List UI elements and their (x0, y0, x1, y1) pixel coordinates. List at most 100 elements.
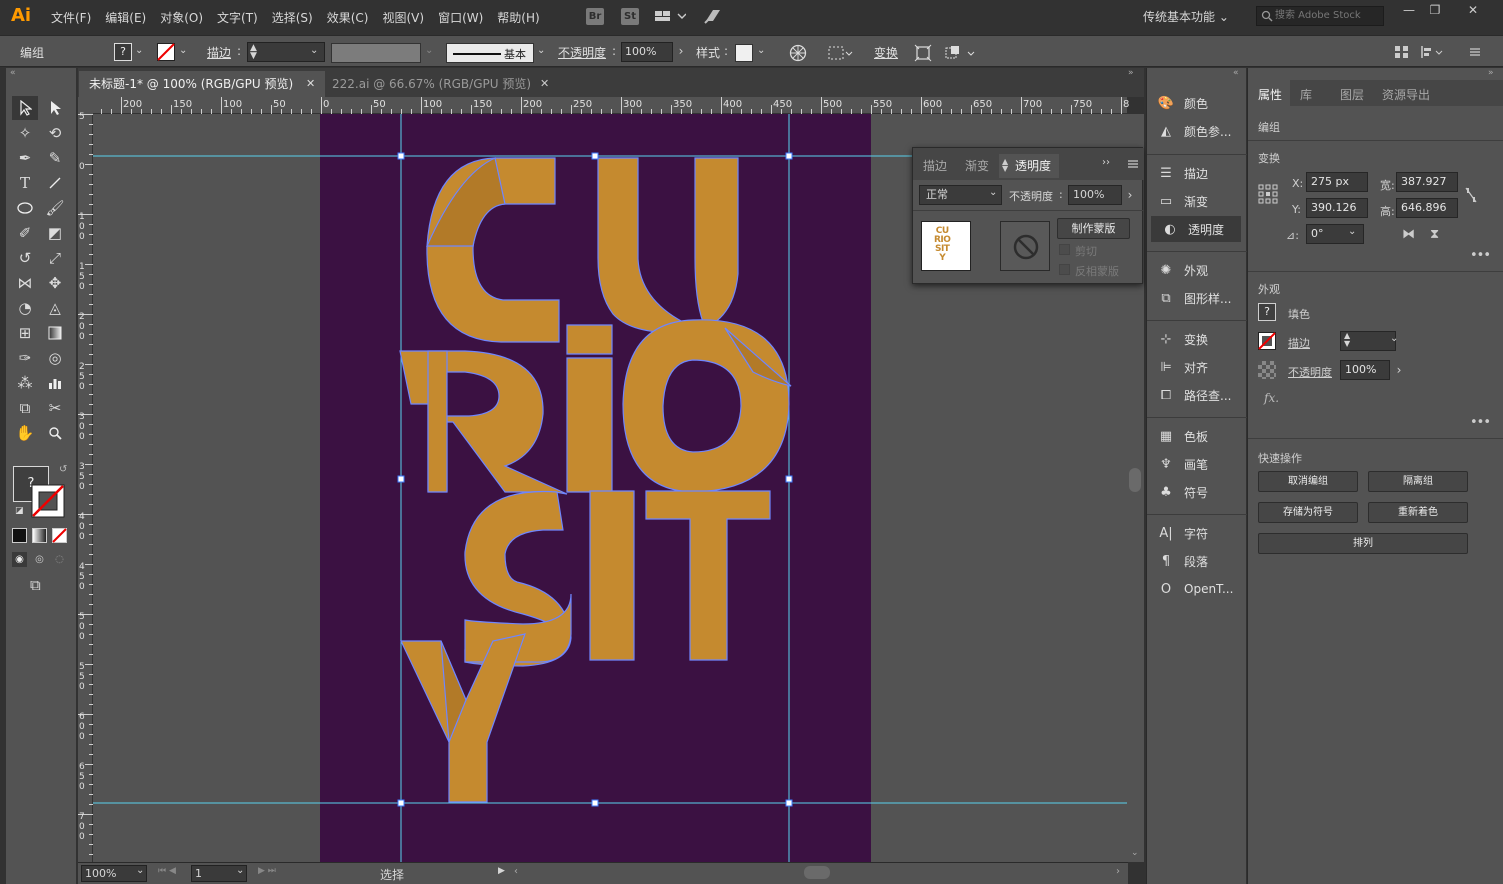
isolate-group-button[interactable]: 隔离组 (1368, 471, 1468, 492)
scroll-thumb[interactable] (1129, 468, 1141, 492)
none-icon[interactable] (52, 528, 67, 543)
stepper-icon[interactable]: ▲ ▼ (250, 44, 257, 61)
stock-button[interactable]: St (621, 8, 639, 25)
dock-item-paragraph[interactable]: ¶ 段落 (1147, 548, 1247, 574)
stock-search-input[interactable]: 搜索 Adobe Stock (1256, 6, 1384, 26)
appearance-fill-swatch[interactable]: ? (1258, 303, 1276, 321)
menu-effect[interactable]: 效果(C) (320, 9, 376, 26)
magic-wand-tool-icon[interactable]: ✧ (12, 121, 38, 145)
dock-item-appearance[interactable]: ✺ 外观 (1147, 257, 1247, 283)
selection-tool-icon[interactable] (12, 96, 38, 120)
close-icon[interactable]: ✕ (1460, 3, 1486, 19)
dock-item-symbols[interactable]: ♣ 符号 (1147, 479, 1247, 505)
more-options-icon[interactable]: ••• (1470, 248, 1491, 263)
resize-handle[interactable] (785, 475, 793, 483)
stroke-label[interactable]: 描边 (1288, 335, 1310, 351)
chevron-down-icon[interactable]: ⌄ (989, 187, 997, 198)
ellipse-tool-icon[interactable] (12, 196, 38, 220)
last-artboard-icon[interactable]: ▶ ⏭ (258, 866, 276, 876)
scroll-left-icon[interactable]: ‹ (514, 866, 518, 877)
scroll-right-icon[interactable]: › (1116, 866, 1120, 877)
panel-menu-icon[interactable] (1468, 44, 1482, 60)
dock-item-transform[interactable]: ⊹ 变换 (1147, 326, 1247, 352)
tab-stroke[interactable]: 描边 (915, 154, 955, 178)
menu-edit[interactable]: 编辑(E) (98, 9, 153, 26)
type-tool-icon[interactable]: T (12, 171, 38, 195)
dock-item-gradient[interactable]: ▭ 渐变 (1147, 188, 1247, 214)
dock-item-opentype[interactable]: O OpenT... (1147, 576, 1247, 602)
recolor-button[interactable]: 重新着色 (1368, 502, 1468, 523)
object-thumbnail[interactable]: CU RIO SIT Y (921, 221, 971, 271)
arrange-documents-icon[interactable] (654, 8, 687, 24)
gradient-icon[interactable] (32, 528, 47, 543)
tab-gradient[interactable]: 渐变 (957, 154, 997, 178)
tab-222-ai[interactable]: 222.ai @ 66.67% (RGB/GPU 预览) (322, 71, 550, 97)
chevron-right-icon[interactable]: › (1392, 360, 1406, 380)
chevron-down-icon[interactable]: ⌄ (425, 45, 433, 56)
chevron-down-icon[interactable]: ⌄ (179, 45, 187, 56)
rotate-tool-icon[interactable]: ↺ (12, 246, 38, 270)
maximize-icon[interactable]: ❐ (1422, 3, 1448, 19)
opacity-label[interactable]: 不透明度 (1288, 364, 1332, 380)
stepper-icon[interactable]: ▲ ▼ (1344, 332, 1350, 348)
letter-i-stem[interactable] (566, 357, 613, 493)
letter-i2[interactable] (589, 490, 635, 661)
first-artboard-icon[interactable]: ⏮ ◀ (158, 866, 176, 876)
artboard-tool-icon[interactable]: ⧉ (12, 396, 38, 420)
default-fill-stroke-icon[interactable]: ◪ (15, 506, 24, 516)
menu-view[interactable]: 视图(V) (375, 9, 431, 26)
resize-handle[interactable] (785, 799, 793, 807)
eyedropper-tool-icon[interactable]: ✑ (12, 346, 38, 370)
menu-object[interactable]: 对象(O) (153, 9, 210, 26)
color-icon[interactable] (12, 528, 27, 543)
brush-definition[interactable]: 基本 (446, 43, 534, 63)
variable-width-profile[interactable] (331, 43, 421, 63)
menu-select[interactable]: 选择(S) (265, 9, 320, 26)
transform-link[interactable]: 变换 (874, 44, 898, 61)
collapse-icon[interactable]: « (1233, 68, 1239, 78)
minimize-icon[interactable]: — (1396, 3, 1422, 19)
collapse-icon[interactable]: « (10, 68, 16, 78)
width-tool-icon[interactable]: ⋈ (12, 271, 38, 295)
resize-handle[interactable] (785, 152, 793, 160)
chevron-down-icon[interactable]: ⌄ (1390, 333, 1398, 344)
gpu-performance-icon[interactable] (703, 7, 723, 25)
blend-tool-icon[interactable]: ◎ (42, 346, 68, 370)
close-icon[interactable]: ✕ (540, 77, 549, 90)
tab-asset-export[interactable]: 资源导出 (1382, 86, 1430, 103)
invert-mask-checkbox[interactable] (1059, 264, 1070, 275)
letter-t[interactable] (645, 490, 771, 661)
symbol-sprayer-tool-icon[interactable]: ⁂ (12, 371, 38, 395)
menu-file[interactable]: 文件(F) (44, 9, 98, 26)
eraser-tool-icon[interactable]: ◩ (42, 221, 68, 245)
chevron-down-icon[interactable]: ⌄ (135, 45, 143, 56)
menu-window[interactable]: 窗口(W) (431, 9, 490, 26)
gradient-tool-icon[interactable] (42, 321, 68, 345)
dock-item-brushes[interactable]: ♆ 画笔 (1147, 451, 1247, 477)
scroll-down-icon[interactable]: ⌄ (1131, 848, 1139, 858)
collapse-icon[interactable]: » (1128, 68, 1134, 78)
chevron-down-icon[interactable]: ⌄ (136, 865, 144, 876)
chevron-right-icon[interactable]: › (674, 44, 688, 62)
shape-builder-tool-icon[interactable]: ◔ (12, 296, 38, 320)
chevron-right-icon[interactable]: › (1123, 185, 1137, 205)
slice-tool-icon[interactable]: ✂ (42, 396, 68, 420)
pen-tool-icon[interactable]: ✒ (12, 146, 38, 170)
dock-item-transparency[interactable]: ◐ 透明度 (1151, 216, 1241, 242)
bridge-button[interactable]: Br (586, 8, 604, 25)
flip-horizontal-icon[interactable]: ⧓ (1402, 227, 1415, 242)
link-icon[interactable] (1464, 186, 1478, 204)
tab-untitled-1[interactable]: 未标题-1* @ 100% (RGB/GPU 预览) (79, 71, 325, 97)
letter-r-stem[interactable] (427, 350, 448, 493)
ungroup-button[interactable]: 取消编组 (1258, 471, 1358, 492)
fx-icon[interactable]: fx. (1264, 391, 1279, 405)
letter-i-dot[interactable] (566, 324, 613, 355)
panel-menu-icon[interactable] (1127, 158, 1139, 173)
tab-libraries[interactable]: 库 (1300, 86, 1312, 103)
collapse-icon[interactable]: » (1488, 68, 1494, 78)
zoom-tool-icon[interactable] (42, 421, 68, 445)
workspace-switcher[interactable]: 传统基本功能 ⌄ (1143, 8, 1229, 25)
reference-point-icon[interactable] (1258, 184, 1278, 204)
free-transform-tool-icon[interactable]: ✥ (42, 271, 68, 295)
opacity-field[interactable]: 100% (1340, 360, 1390, 380)
